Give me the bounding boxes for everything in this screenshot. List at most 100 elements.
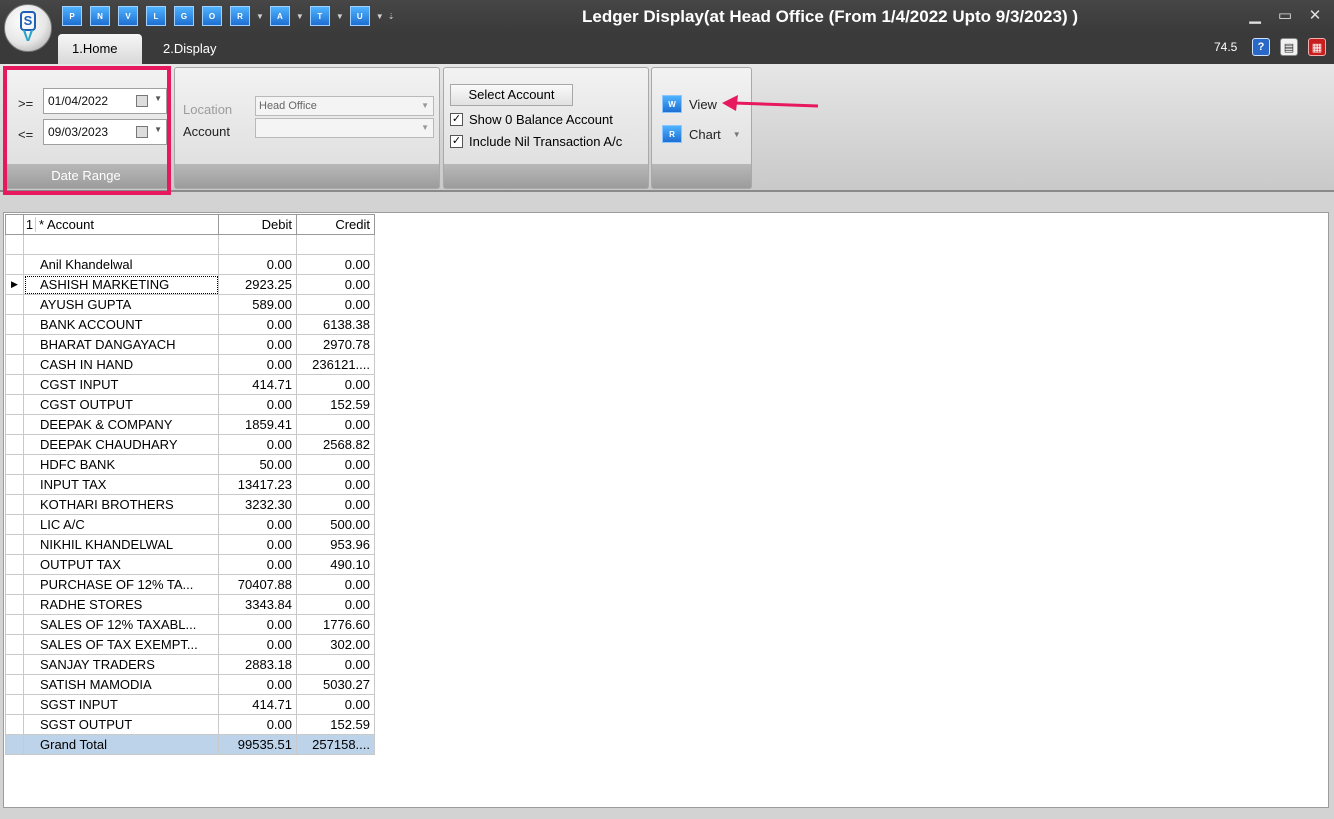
app-logo-icon[interactable]: S V	[4, 4, 52, 52]
credit-column-header[interactable]: Credit	[296, 214, 375, 235]
row-header-cell[interactable]	[5, 394, 24, 415]
credit-cell[interactable]: 5030.27	[296, 674, 375, 695]
from-date-field[interactable]: 01/04/2022 ▼	[43, 88, 167, 114]
debit-cell[interactable]: 0.00	[218, 674, 297, 695]
credit-cell[interactable]: 0.00	[296, 474, 375, 495]
table-row[interactable]: CGST INPUT 414.71 0.00	[5, 374, 375, 395]
debit-cell[interactable]: 0.00	[218, 354, 297, 375]
debit-cell[interactable]: 0.00	[218, 314, 297, 335]
credit-cell[interactable]: 1776.60	[296, 614, 375, 635]
debit-cell[interactable]: 0.00	[218, 614, 297, 635]
table-row[interactable]: NIKHIL KHANDELWAL 0.00 953.96	[5, 534, 375, 555]
chevron-down-icon[interactable]: ▼	[336, 12, 344, 21]
row-header-cell[interactable]	[5, 434, 24, 455]
debit-cell[interactable]: 0.00	[218, 554, 297, 575]
account-filter-cell[interactable]	[23, 234, 219, 255]
account-column-header[interactable]: 1 * Account	[23, 214, 219, 235]
credit-cell[interactable]: 0.00	[296, 294, 375, 315]
credit-cell[interactable]: 302.00	[296, 634, 375, 655]
account-cell[interactable]: BANK ACCOUNT	[23, 314, 219, 335]
location-combo[interactable]: Head Office ▼	[255, 96, 434, 116]
debit-cell[interactable]: 3343.84	[218, 594, 297, 615]
account-combo[interactable]: ▼	[255, 118, 434, 138]
account-cell[interactable]: SGST INPUT	[23, 694, 219, 715]
debit-cell[interactable]: 2883.18	[218, 654, 297, 675]
help-icon[interactable]: ?	[1252, 38, 1270, 56]
debit-cell[interactable]: 0.00	[218, 434, 297, 455]
account-cell[interactable]: ASHISH MARKETING	[23, 274, 219, 295]
credit-cell[interactable]: 152.59	[296, 714, 375, 735]
table-row[interactable]: BHARAT DANGAYACH 0.00 2970.78	[5, 334, 375, 355]
credit-cell[interactable]: 0.00	[296, 374, 375, 395]
row-header-cell[interactable]	[5, 694, 24, 715]
debit-column-header[interactable]: Debit	[218, 214, 297, 235]
credit-cell[interactable]: 2970.78	[296, 334, 375, 355]
quick-access-o-button[interactable]: O	[202, 6, 222, 26]
row-header-cell[interactable]	[5, 574, 24, 595]
table-row[interactable]: CASH IN HAND 0.00 236121....	[5, 354, 375, 375]
table-row[interactable]: PURCHASE OF 12% TA... 70407.88 0.00	[5, 574, 375, 595]
row-header-cell[interactable]	[5, 594, 24, 615]
credit-cell[interactable]: 0.00	[296, 574, 375, 595]
account-cell[interactable]: SALES OF 12% TAXABL...	[23, 614, 219, 635]
account-cell[interactable]: CGST INPUT	[23, 374, 219, 395]
chevron-down-icon[interactable]: ▼	[154, 125, 162, 134]
row-header-cell[interactable]	[5, 334, 24, 355]
account-cell[interactable]: DEEPAK CHAUDHARY	[23, 434, 219, 455]
chevron-down-icon[interactable]: ▼	[733, 130, 741, 139]
debit-cell[interactable]: 414.71	[218, 694, 297, 715]
table-row[interactable]: SALES OF 12% TAXABL... 0.00 1776.60	[5, 614, 375, 635]
account-cell[interactable]: AYUSH GUPTA	[23, 294, 219, 315]
row-header-cell[interactable]: ▶	[5, 274, 24, 295]
quick-access-p-button[interactable]: P	[62, 6, 82, 26]
table-row[interactable]: SGST INPUT 414.71 0.00	[5, 694, 375, 715]
account-cell[interactable]: SGST OUTPUT	[23, 714, 219, 735]
quick-access-r-button[interactable]: R	[230, 6, 250, 26]
credit-cell[interactable]: 0.00	[296, 654, 375, 675]
credit-cell[interactable]: 0.00	[296, 494, 375, 515]
credit-cell[interactable]: 0.00	[296, 594, 375, 615]
table-row[interactable]: DEEPAK & COMPANY 1859.41 0.00	[5, 414, 375, 435]
credit-cell[interactable]: 500.00	[296, 514, 375, 535]
tab-display[interactable]: 2.Display	[149, 34, 230, 64]
credit-cell[interactable]: 236121....	[296, 354, 375, 375]
row-header-cell[interactable]	[5, 554, 24, 575]
account-cell[interactable]: BHARAT DANGAYACH	[23, 334, 219, 355]
credit-filter-cell[interactable]	[296, 234, 375, 255]
table-row[interactable]: SGST OUTPUT 0.00 152.59	[5, 714, 375, 735]
credit-cell[interactable]: 6138.38	[296, 314, 375, 335]
customize-toolbar-icon[interactable]: ⇣	[388, 12, 395, 21]
chevron-down-icon[interactable]: ▼	[296, 12, 304, 21]
account-cell[interactable]: LIC A/C	[23, 514, 219, 535]
row-header-cell[interactable]	[5, 374, 24, 395]
table-row[interactable]: RADHE STORES 3343.84 0.00	[5, 594, 375, 615]
checkbox-checked-icon[interactable]: ✓	[450, 113, 463, 126]
debit-cell[interactable]: 589.00	[218, 294, 297, 315]
account-cell[interactable]: RADHE STORES	[23, 594, 219, 615]
row-header-cell[interactable]	[5, 634, 24, 655]
row-header-cell[interactable]	[5, 474, 24, 495]
row-header-cell[interactable]	[5, 714, 24, 735]
table-row[interactable]: OUTPUT TAX 0.00 490.10	[5, 554, 375, 575]
checkbox-checked-icon[interactable]: ✓	[450, 135, 463, 148]
table-row[interactable]: SANJAY TRADERS 2883.18 0.00	[5, 654, 375, 675]
chevron-down-icon[interactable]: ▼	[154, 94, 162, 103]
quick-access-t-button[interactable]: T	[309, 6, 330, 26]
debit-cell[interactable]: 3232.30	[218, 494, 297, 515]
credit-cell[interactable]: 0.00	[296, 454, 375, 475]
account-cell[interactable]: CGST OUTPUT	[23, 394, 219, 415]
credit-cell[interactable]: 0.00	[296, 414, 375, 435]
close-icon[interactable]: ✕	[1304, 6, 1326, 26]
row-header-cell[interactable]	[5, 674, 24, 695]
debit-cell[interactable]: 0.00	[218, 394, 297, 415]
table-row[interactable]: BANK ACCOUNT 0.00 6138.38	[5, 314, 375, 335]
to-date-field[interactable]: 09/03/2023 ▼	[43, 119, 167, 145]
grid-filter-row[interactable]	[5, 234, 375, 255]
table-row[interactable]: Anil Khandelwal 0.00 0.00	[5, 254, 375, 275]
table-row[interactable]: LIC A/C 0.00 500.00	[5, 514, 375, 535]
account-cell[interactable]: CASH IN HAND	[23, 354, 219, 375]
quick-access-u-button[interactable]: U	[349, 6, 370, 26]
include-nil-transaction-checkbox[interactable]: ✓ Include Nil Transaction A/c	[450, 134, 622, 149]
debit-cell[interactable]: 50.00	[218, 454, 297, 475]
account-cell[interactable]: HDFC BANK	[23, 454, 219, 475]
